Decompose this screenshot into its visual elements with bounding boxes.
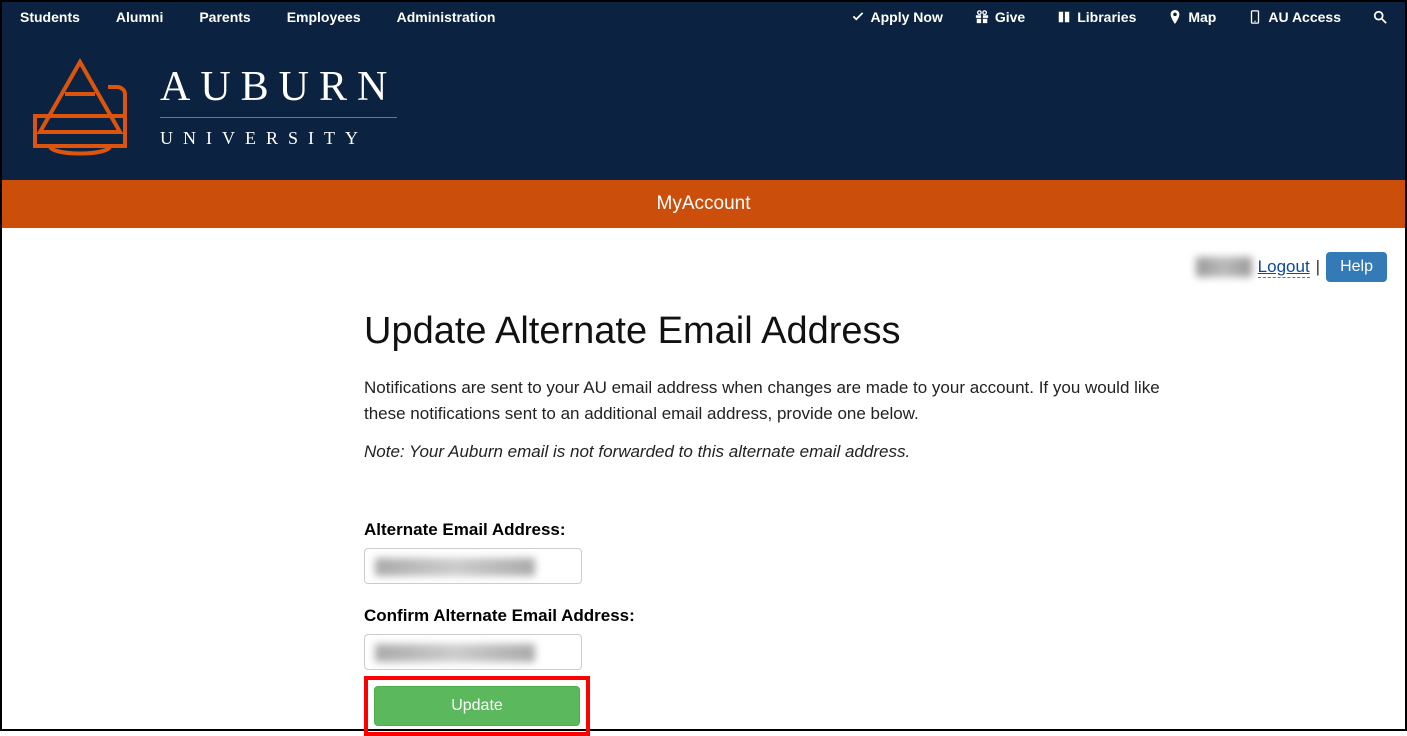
nav-au-access[interactable]: AU Access <box>1248 9 1341 25</box>
help-button[interactable]: Help <box>1326 252 1387 282</box>
username-redacted <box>1196 257 1252 277</box>
highlight-box: Update <box>364 676 590 736</box>
section-title: MyAccount <box>657 193 751 215</box>
check-icon <box>851 10 865 24</box>
pin-icon <box>1168 10 1182 24</box>
wordmark: AUBURN UNIVERSITY <box>160 63 397 149</box>
logo-wrap[interactable]: AUBURN UNIVERSITY <box>20 54 397 159</box>
site-header: AUBURN UNIVERSITY <box>2 32 1405 180</box>
nav-students[interactable]: Students <box>20 9 80 25</box>
section-bar: MyAccount <box>2 180 1405 228</box>
confirm-email-label: Confirm Alternate Email Address: <box>364 606 1224 626</box>
main: Update Alternate Email Address Notificat… <box>364 310 1224 736</box>
confirm-email-value-redacted <box>375 644 535 662</box>
logout-link[interactable]: Logout <box>1258 257 1310 278</box>
nav-administration[interactable]: Administration <box>397 9 496 25</box>
user-bar: Logout | Help <box>18 252 1389 282</box>
brand-divider <box>160 117 397 118</box>
page-note: Note: Your Auburn email is not forwarded… <box>364 442 1224 462</box>
page-title: Update Alternate Email Address <box>364 310 1224 353</box>
nav-apply-now[interactable]: Apply Now <box>851 9 943 25</box>
nav-libraries[interactable]: Libraries <box>1057 9 1136 25</box>
nav-parents[interactable]: Parents <box>199 9 250 25</box>
au-logo-icon <box>20 54 140 159</box>
separator: | <box>1316 257 1320 277</box>
top-nav: Students Alumni Parents Employees Admini… <box>2 2 1405 32</box>
top-nav-right: Apply Now Give Libraries Map AU Access <box>851 9 1387 25</box>
search-icon <box>1373 10 1387 24</box>
update-button[interactable]: Update <box>374 686 580 726</box>
top-nav-left: Students Alumni Parents Employees Admini… <box>20 9 495 25</box>
brand-sub: UNIVERSITY <box>160 128 397 149</box>
alt-email-value-redacted <box>375 558 535 576</box>
page-description: Notifications are sent to your AU email … <box>364 375 1204 428</box>
book-icon <box>1057 10 1071 24</box>
content: Logout | Help Update Alternate Email Add… <box>2 228 1405 736</box>
alt-email-input[interactable] <box>364 548 582 584</box>
brand-name: AUBURN <box>160 63 397 111</box>
confirm-email-input[interactable] <box>364 634 582 670</box>
nav-search[interactable] <box>1373 10 1387 24</box>
nav-map[interactable]: Map <box>1168 9 1216 25</box>
gift-icon <box>975 10 989 24</box>
alt-email-label: Alternate Email Address: <box>364 520 1224 540</box>
nav-alumni[interactable]: Alumni <box>116 9 163 25</box>
nav-give[interactable]: Give <box>975 9 1025 25</box>
phone-icon <box>1248 10 1262 24</box>
nav-employees[interactable]: Employees <box>287 9 361 25</box>
